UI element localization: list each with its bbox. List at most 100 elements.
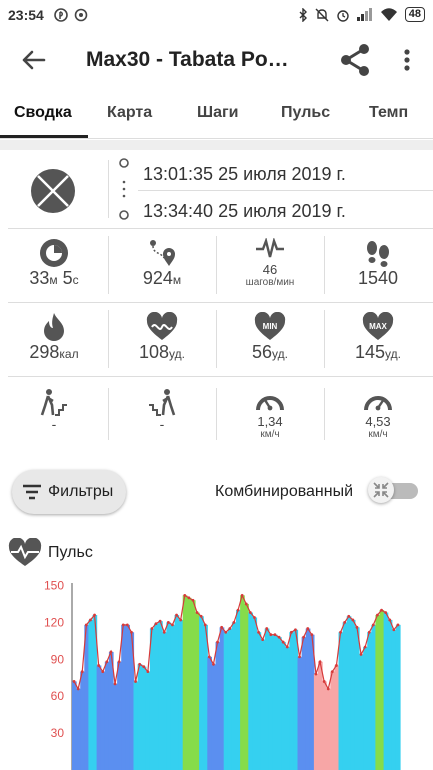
tab-steps[interactable]: Шаги xyxy=(197,104,238,122)
pulse-point xyxy=(101,670,105,673)
pulse-bar xyxy=(359,654,364,770)
status-time: 23:54 xyxy=(8,7,44,23)
duration-minutes-unit: м xyxy=(49,273,58,287)
bluetooth-icon xyxy=(299,7,307,22)
more-options-icon[interactable] xyxy=(397,46,417,74)
stat-descent: - xyxy=(108,388,216,432)
pulse-bar xyxy=(293,629,299,770)
pulse-point xyxy=(195,611,199,614)
y-tick-label: 150 xyxy=(44,579,64,593)
pulse-point xyxy=(388,618,392,622)
pulse-bar xyxy=(149,628,155,770)
y-tick-label: 90 xyxy=(51,652,65,666)
pulse-bar xyxy=(113,683,118,770)
pulse-bar xyxy=(322,681,327,770)
pulse-bar xyxy=(281,642,286,770)
pulse-point xyxy=(158,619,162,623)
pulse-point xyxy=(273,633,277,637)
pulse-bar xyxy=(268,634,274,770)
speed-avg-unit: км/ч xyxy=(260,429,280,440)
calories-value: 298 xyxy=(29,342,60,362)
pulse-bar xyxy=(379,610,385,770)
tab-summary[interactable]: Сводка xyxy=(14,104,72,122)
pulse-point xyxy=(294,628,297,632)
signal-icon xyxy=(356,8,372,21)
pulse-point xyxy=(154,622,158,626)
pulse-bar xyxy=(248,612,253,770)
pulse-point xyxy=(339,630,342,634)
pulse-point xyxy=(150,627,154,630)
pulse-bar xyxy=(145,671,151,770)
divider xyxy=(8,302,433,303)
pulse-bar xyxy=(162,632,167,770)
pulse-bar xyxy=(125,624,130,770)
status-right-icons: 48 xyxy=(298,7,425,22)
tab-pace[interactable]: Темп xyxy=(369,104,408,122)
pulse-point xyxy=(179,618,183,622)
app-notification-icon xyxy=(74,8,88,22)
duration-minutes: 33 xyxy=(29,268,50,288)
divider xyxy=(8,376,433,377)
duration-seconds-unit: с xyxy=(72,273,79,287)
start-time: 13:01:35 25 июля 2019 г. xyxy=(143,164,346,184)
pulse-point xyxy=(302,635,306,639)
stat-cadence: 46 шагов/мин xyxy=(216,238,324,288)
pulse-bar xyxy=(244,603,249,770)
pulse-point xyxy=(314,672,318,676)
stat-hr-avg: 108уд. xyxy=(108,312,216,363)
end-time: 13:34:40 25 июля 2019 г. xyxy=(143,201,346,221)
tab-map[interactable]: Карта xyxy=(107,104,152,122)
pulse-point xyxy=(396,623,400,627)
stat-calories: 298кал xyxy=(0,312,108,363)
pulse-bar xyxy=(375,615,381,770)
pulse-bar xyxy=(383,612,389,770)
share-icon[interactable] xyxy=(338,42,372,78)
pulse-bar xyxy=(350,619,356,770)
pulse-bar xyxy=(186,597,192,770)
pulse-point xyxy=(134,680,137,683)
pulse-bar xyxy=(285,647,290,770)
pulse-point xyxy=(113,682,117,686)
tab-pulse[interactable]: Пульс xyxy=(281,104,330,122)
pulse-bar xyxy=(367,632,372,770)
heart-max-icon: MAX xyxy=(362,312,394,340)
pulse-bar xyxy=(141,666,147,770)
hr-min-unit: уд. xyxy=(272,347,288,361)
pulse-point xyxy=(199,614,203,618)
pulse-point xyxy=(207,655,211,659)
pulse-point xyxy=(277,635,281,639)
combined-toggle-knob[interactable] xyxy=(368,477,394,503)
pulse-bar xyxy=(207,656,212,770)
pulse-bar xyxy=(342,622,348,770)
pulse-point xyxy=(80,670,84,673)
divider xyxy=(8,228,433,229)
status-left-icons xyxy=(54,8,88,22)
speed-max-value: 4,53 xyxy=(365,414,391,429)
pulse-bar xyxy=(354,627,360,770)
ascent-walker-icon xyxy=(40,389,67,416)
pulse-bar xyxy=(117,661,122,770)
pulse-bar xyxy=(260,639,266,770)
pulse-point xyxy=(318,660,322,664)
pulse-point xyxy=(224,630,228,634)
pulse-point xyxy=(392,628,396,632)
back-arrow-icon[interactable] xyxy=(18,46,50,74)
pulse-bar xyxy=(203,624,208,770)
pulse-point xyxy=(306,627,310,630)
pulse-bar xyxy=(236,610,241,770)
pulse-heart-icon xyxy=(8,538,42,566)
pulse-bar xyxy=(100,671,106,770)
pulse-bar xyxy=(318,661,323,770)
steps-value: 1540 xyxy=(357,268,399,288)
filters-button[interactable]: Фильтры xyxy=(12,470,126,514)
pulse-bar xyxy=(391,629,397,770)
pulse-point xyxy=(248,611,252,614)
pulse-bar xyxy=(104,661,110,770)
pulse-bar xyxy=(334,665,340,770)
pulse-bar xyxy=(211,664,217,770)
pulse-point xyxy=(355,625,359,629)
stat-hr-min: MIN 56уд. xyxy=(216,312,324,363)
stat-hr-max: MAX 145уд. xyxy=(324,312,432,363)
pulse-point xyxy=(187,596,191,600)
pulse-bar xyxy=(277,637,282,770)
